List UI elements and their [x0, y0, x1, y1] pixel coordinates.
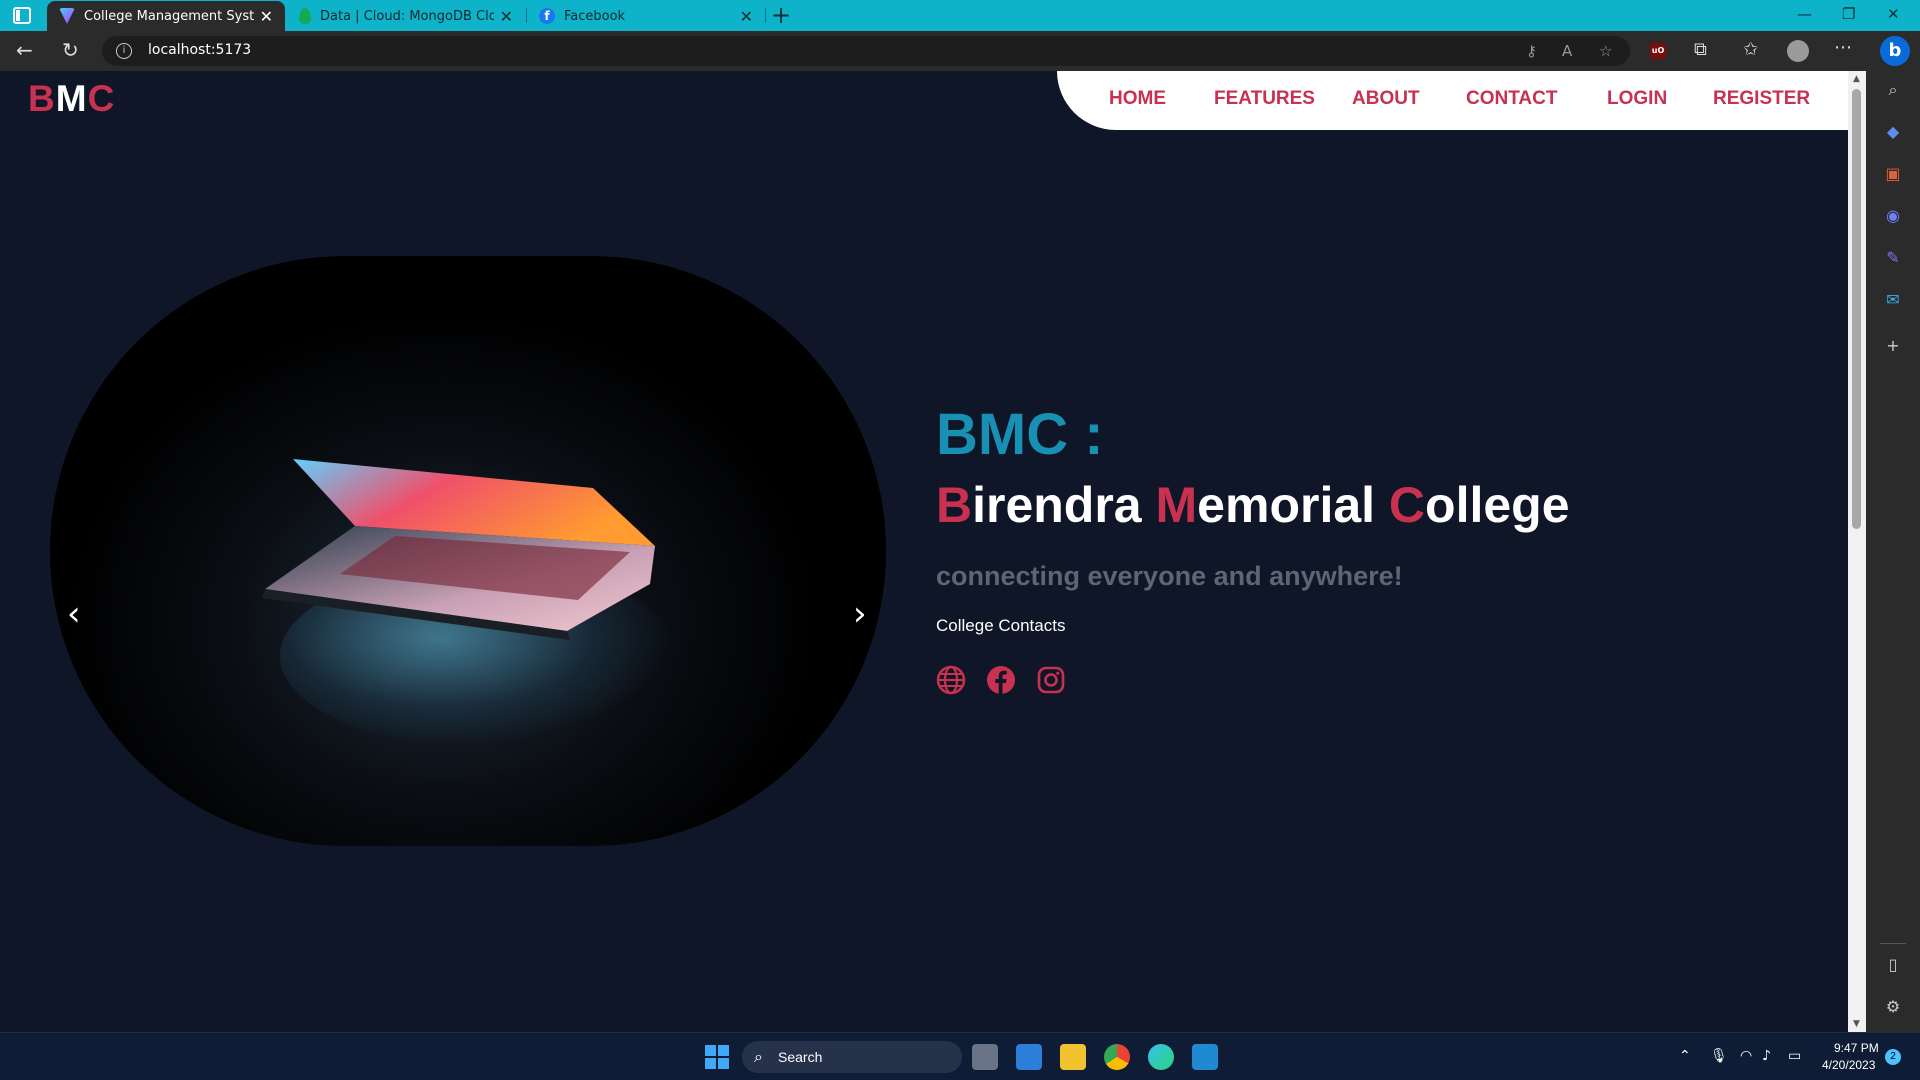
nav-features[interactable]: FEATURES: [1214, 88, 1315, 110]
nav-login[interactable]: LOGIN: [1607, 88, 1667, 110]
close-window-icon[interactable]: ✕: [1887, 5, 1900, 23]
read-aloud-icon[interactable]: A: [1562, 42, 1572, 60]
college-initial-b: B: [936, 477, 973, 533]
microsoft-store-icon[interactable]: [1016, 1044, 1042, 1070]
nav-about[interactable]: ABOUT: [1352, 88, 1420, 110]
minimize-icon[interactable]: —: [1797, 5, 1812, 23]
logo-letter-b: B: [28, 78, 56, 119]
sidebar-office-icon[interactable]: ✎: [1884, 249, 1902, 267]
facebook-icon[interactable]: [986, 665, 1016, 695]
wifi-icon[interactable]: ◠: [1740, 1048, 1752, 1064]
battery-icon[interactable]: ▭: [1788, 1048, 1801, 1064]
laptop-illustration: [262, 459, 655, 640]
close-tab-icon[interactable]: ✕: [500, 7, 513, 26]
vite-favicon-icon: [59, 8, 75, 24]
windows-start-icon[interactable]: [704, 1044, 730, 1070]
tab-separator: [765, 8, 766, 23]
more-options-icon[interactable]: ⋯: [1834, 37, 1852, 58]
scroll-down-icon[interactable]: ▼: [1853, 1019, 1860, 1029]
college-contacts-label: College Contacts: [936, 616, 1066, 635]
address-bar[interactable]: i localhost:5173 ⚷ A ☆: [102, 36, 1630, 66]
nav-contact[interactable]: CONTACT: [1466, 88, 1557, 110]
address-bar-row: ← ↻ i localhost:5173 ⚷ A ☆ uO ⧉ ✩ ⋯ b: [0, 31, 1920, 71]
sidebar-separator: [1880, 943, 1906, 944]
sidebar-search-icon[interactable]: ⌕: [1884, 81, 1902, 99]
clock-date[interactable]: 4/20/2023: [1822, 1058, 1875, 1072]
site-logo[interactable]: BMC: [28, 78, 115, 120]
sidebar-games-icon[interactable]: ◉: [1884, 207, 1902, 225]
tab-college-management[interactable]: College Management System ✕: [47, 1, 285, 31]
notification-badge[interactable]: 2: [1885, 1049, 1901, 1065]
hero-heading: BMC :: [936, 402, 1104, 467]
edge-sidebar: ⌕ ◆ ▣ ◉ ✎ ✉ + ▯ ⚙: [1866, 71, 1920, 1032]
add-favorite-icon[interactable]: ☆: [1599, 42, 1612, 60]
sidebar-hide-icon[interactable]: ▯: [1884, 956, 1902, 974]
key-icon[interactable]: ⚷: [1526, 42, 1537, 60]
tab-actions-icon[interactable]: [13, 7, 31, 24]
chrome-icon[interactable]: [1104, 1044, 1130, 1070]
mongodb-favicon-icon: [299, 8, 311, 24]
close-tab-icon[interactable]: ✕: [260, 7, 273, 26]
profile-avatar-icon[interactable]: [1787, 40, 1809, 62]
taskbar-search[interactable]: ⌕ Search: [742, 1041, 962, 1073]
new-tab-button[interactable]: +: [771, 2, 791, 28]
close-tab-icon[interactable]: ✕: [740, 7, 753, 26]
page-scrollbar[interactable]: ▲ ▼: [1848, 71, 1866, 1032]
carousel-prev-button[interactable]: ‹: [67, 594, 81, 634]
facebook-favicon-icon: f: [539, 8, 555, 24]
college-word-rest: ollege: [1425, 477, 1570, 533]
carousel-next-button[interactable]: ›: [853, 594, 867, 634]
windows-taskbar: ⌕ Search ⌃ 🎙 ◠ ♪ ▭ 9:47 PM 4/20/2023 2: [0, 1032, 1920, 1080]
college-initial-m: M: [1155, 477, 1198, 533]
edge-icon[interactable]: [1148, 1044, 1174, 1070]
web-page: BMC HOME FEATURES ABOUT CONTACT LOGIN RE…: [0, 71, 1848, 1032]
hero-tagline: connecting everyone and anywhere!: [936, 561, 1403, 591]
sidebar-settings-icon[interactable]: ⚙: [1884, 998, 1902, 1016]
taskbar-search-label: Search: [778, 1049, 823, 1065]
bing-copilot-icon[interactable]: b: [1880, 36, 1910, 66]
tab-facebook[interactable]: f Facebook ✕: [527, 1, 765, 31]
vscode-icon[interactable]: [1192, 1044, 1218, 1070]
sidebar-shopping-icon[interactable]: ◆: [1884, 123, 1902, 141]
globe-icon[interactable]: [936, 665, 966, 695]
back-icon[interactable]: ←: [16, 39, 33, 61]
main-navigation: HOME FEATURES ABOUT CONTACT LOGIN REGIST…: [1057, 71, 1848, 130]
college-word-rest: irendra: [972, 477, 1156, 533]
tab-title: College Management System: [84, 8, 254, 24]
logo-letter-c: C: [87, 78, 116, 119]
scroll-thumb[interactable]: [1852, 89, 1861, 529]
scroll-up-icon[interactable]: ▲: [1853, 74, 1860, 84]
ublock-icon[interactable]: uO: [1650, 43, 1666, 59]
sidebar-outlook-icon[interactable]: ✉: [1884, 291, 1902, 309]
volume-icon[interactable]: ♪: [1762, 1048, 1771, 1064]
tab-mongodb[interactable]: Data | Cloud: MongoDB Cloud ✕: [287, 1, 525, 31]
url-text[interactable]: localhost:5173: [148, 42, 251, 58]
sidebar-add-icon[interactable]: +: [1884, 337, 1902, 355]
tab-title: Facebook: [564, 8, 626, 24]
tab-title: Data | Cloud: MongoDB Cloud: [320, 8, 494, 24]
refresh-icon[interactable]: ↻: [62, 39, 79, 61]
clock-time[interactable]: 9:47 PM: [1834, 1041, 1879, 1055]
nav-home[interactable]: HOME: [1109, 88, 1166, 110]
extensions-icon[interactable]: ⧉: [1694, 39, 1707, 60]
microphone-icon[interactable]: 🎙: [1710, 1048, 1728, 1064]
search-icon: ⌕: [754, 1047, 763, 1066]
file-explorer-icon[interactable]: [1060, 1044, 1086, 1070]
sidebar-tools-icon[interactable]: ▣: [1884, 165, 1902, 183]
logo-letter-m: M: [55, 78, 88, 119]
favorites-icon[interactable]: ✩: [1743, 39, 1758, 60]
instagram-icon[interactable]: [1036, 665, 1066, 695]
college-name: Birendra Memorial College: [936, 476, 1570, 534]
college-word-rest: emorial: [1197, 477, 1389, 533]
restore-icon[interactable]: ❐: [1842, 5, 1855, 23]
nav-register[interactable]: REGISTER: [1713, 88, 1810, 110]
college-initial-c: C: [1388, 477, 1426, 533]
hero-carousel-image: ‹ ›: [50, 256, 886, 846]
site-info-icon[interactable]: i: [116, 43, 132, 59]
show-hidden-icons[interactable]: ⌃: [1679, 1048, 1691, 1064]
task-view-icon[interactable]: [972, 1044, 998, 1070]
browser-tab-bar: College Management System ✕ Data | Cloud…: [0, 0, 1920, 31]
